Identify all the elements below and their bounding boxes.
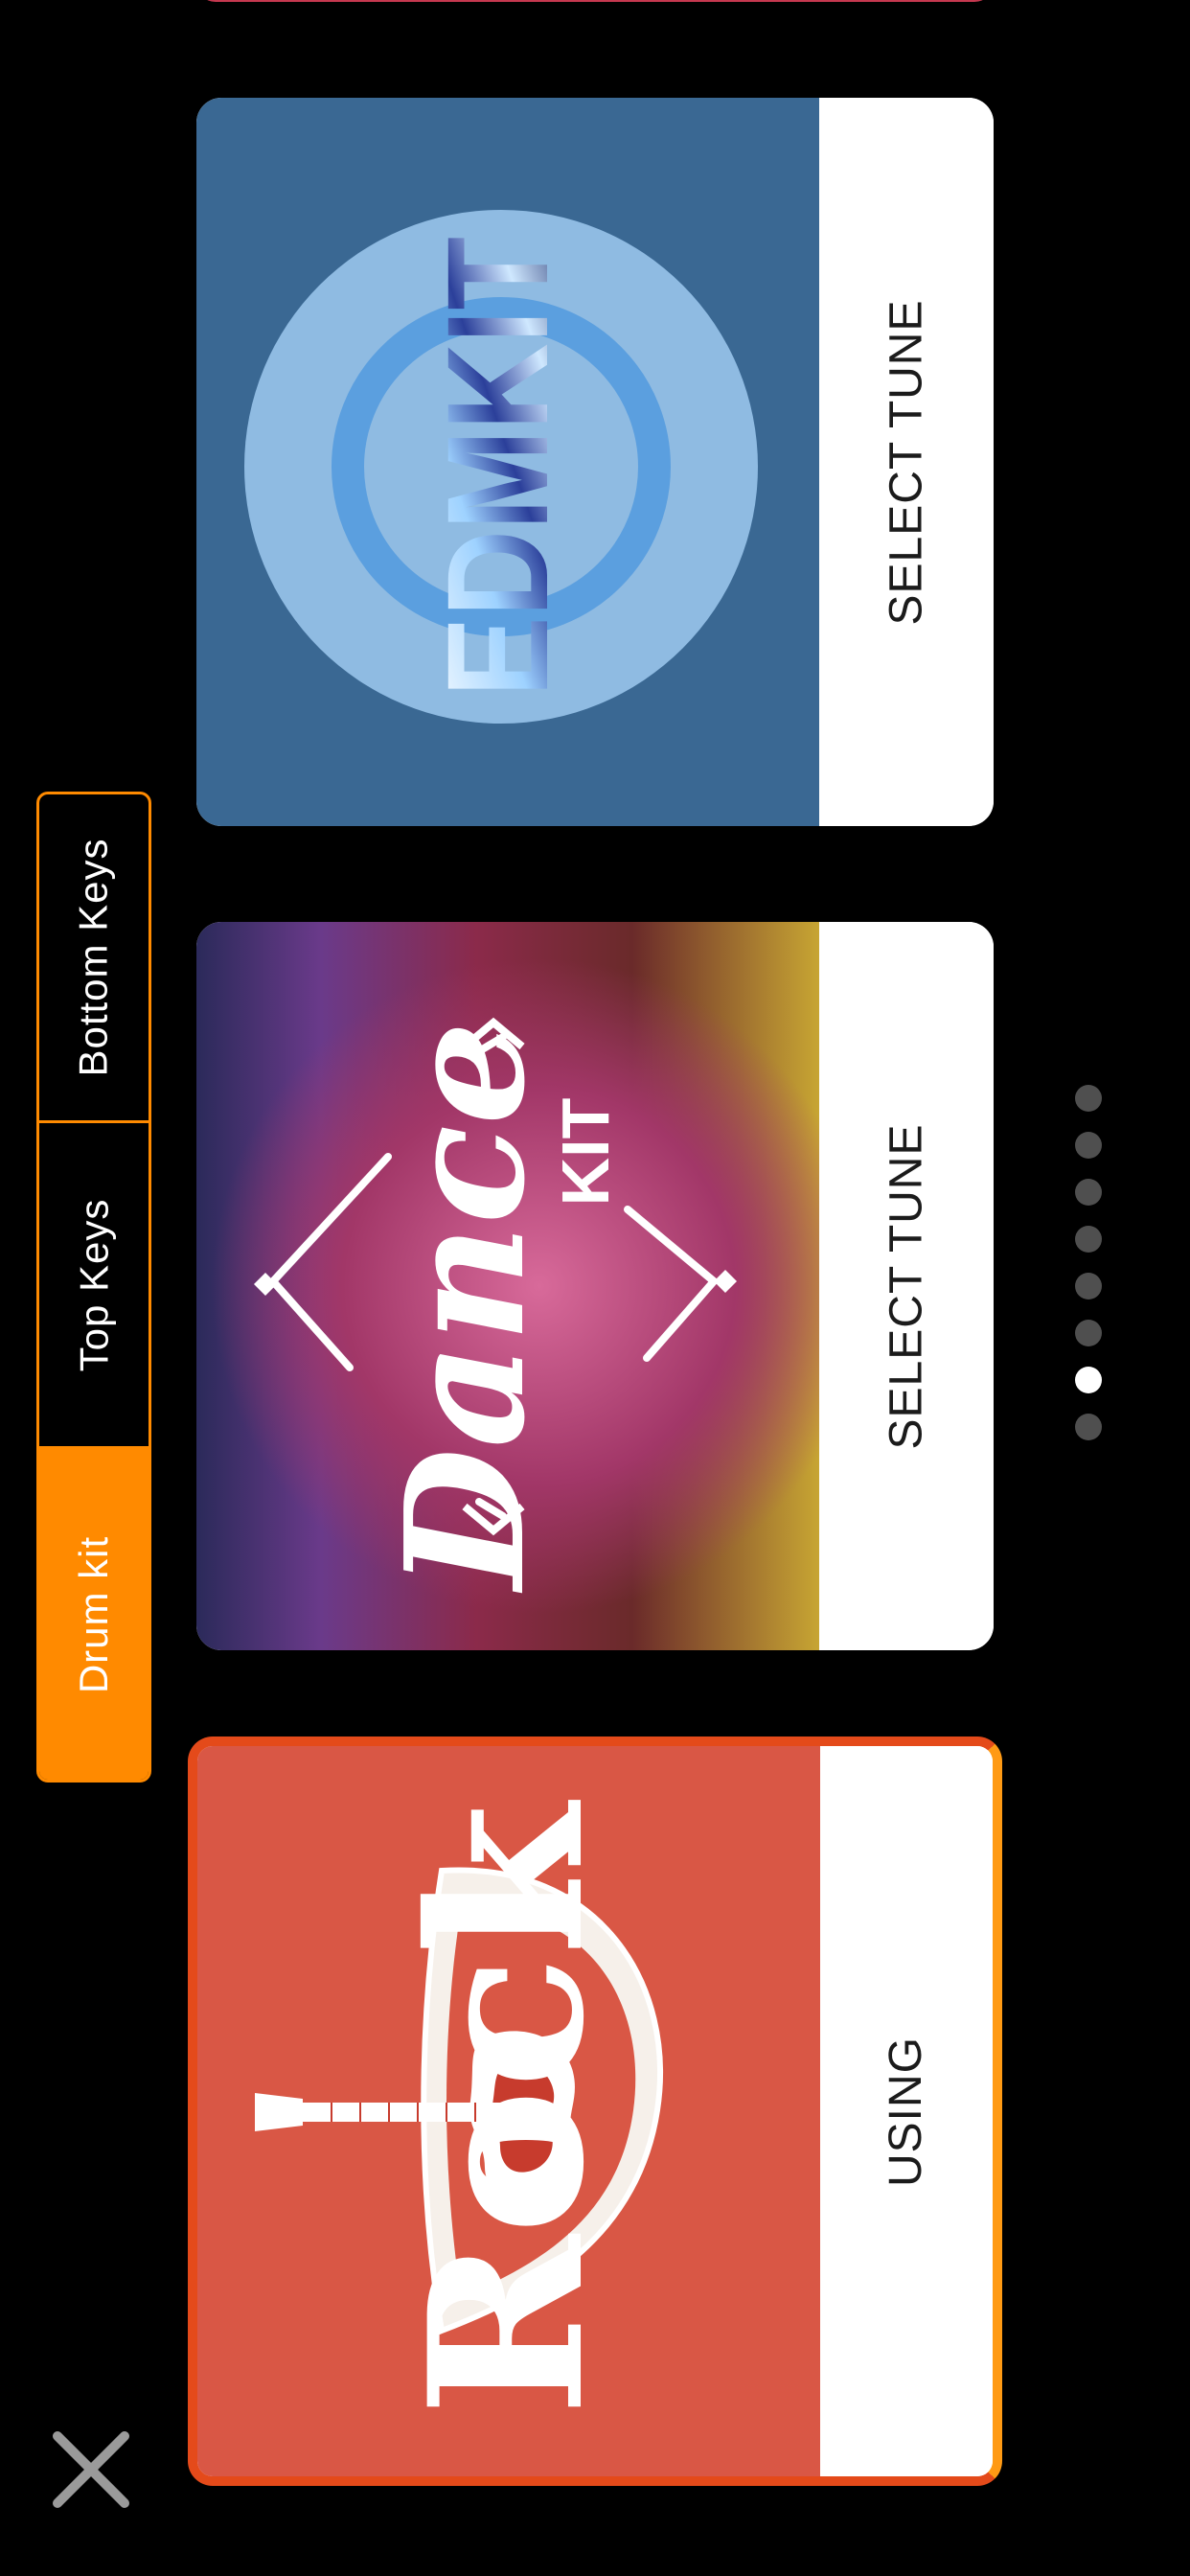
close-icon [53,2431,129,2508]
kit-type-segmented-control: Bottom Keys Top Keys Drum kit [36,792,151,1782]
edm-kit-card[interactable]: EDMKIT SELECT TUNE [196,98,994,826]
rock-kit-card[interactable]: Rock USING [188,1736,1002,2486]
dance-select-tune-label: SELECT TUNE [881,1123,932,1449]
dance-kit-artwork: Dance KIT [196,922,819,1650]
previous-card-edge [196,0,994,2]
close-button[interactable] [50,2428,132,2511]
page-indicator [1075,1085,1102,1460]
dance-kit-card[interactable]: Dance KIT SELECT TUNE [196,922,994,1650]
page-dot[interactable] [1075,1414,1102,1440]
rock-kit-logo: Rock [255,1799,663,2417]
dance-logo-text: Dance [370,1022,561,1594]
page-dot[interactable] [1075,1085,1102,1112]
edm-select-tune-button[interactable]: SELECT TUNE [819,98,994,826]
dance-select-tune-button[interactable]: SELECT TUNE [819,922,994,1650]
page-dot[interactable] [1075,1179,1102,1206]
rock-logo-text: Rock [382,1799,630,2417]
edm-select-tune-label: SELECT TUNE [881,299,932,625]
page-dot[interactable] [1075,1226,1102,1253]
tab-top-keys-label: Top Keys [71,1198,117,1371]
rock-using-label: USING [881,2036,932,2187]
page-dot-active[interactable] [1075,1367,1102,1393]
page-dot[interactable] [1075,1273,1102,1300]
tab-drum-kit-label: Drum kit [71,1535,116,1693]
dance-logo-subtext: KIT [548,1098,623,1207]
tab-top-keys[interactable]: Top Keys [39,1120,149,1446]
edm-kit-logo: EDMKIT [244,210,758,724]
tab-drum-kit[interactable]: Drum kit [39,1446,149,1780]
rock-kit-artwork: Rock [197,1746,825,2476]
page-dot[interactable] [1075,1320,1102,1346]
tab-bottom-keys-label: Bottom Keys [71,838,117,1077]
tab-bottom-keys[interactable]: Bottom Keys [39,794,149,1120]
rock-using-button[interactable]: USING [820,1746,993,2476]
page-dot[interactable] [1075,1132,1102,1159]
edm-kit-artwork: EDMKIT [196,98,819,826]
edm-logo-text: EDMKIT [417,237,578,697]
dance-kit-logo: Dance KIT [254,1017,737,1594]
